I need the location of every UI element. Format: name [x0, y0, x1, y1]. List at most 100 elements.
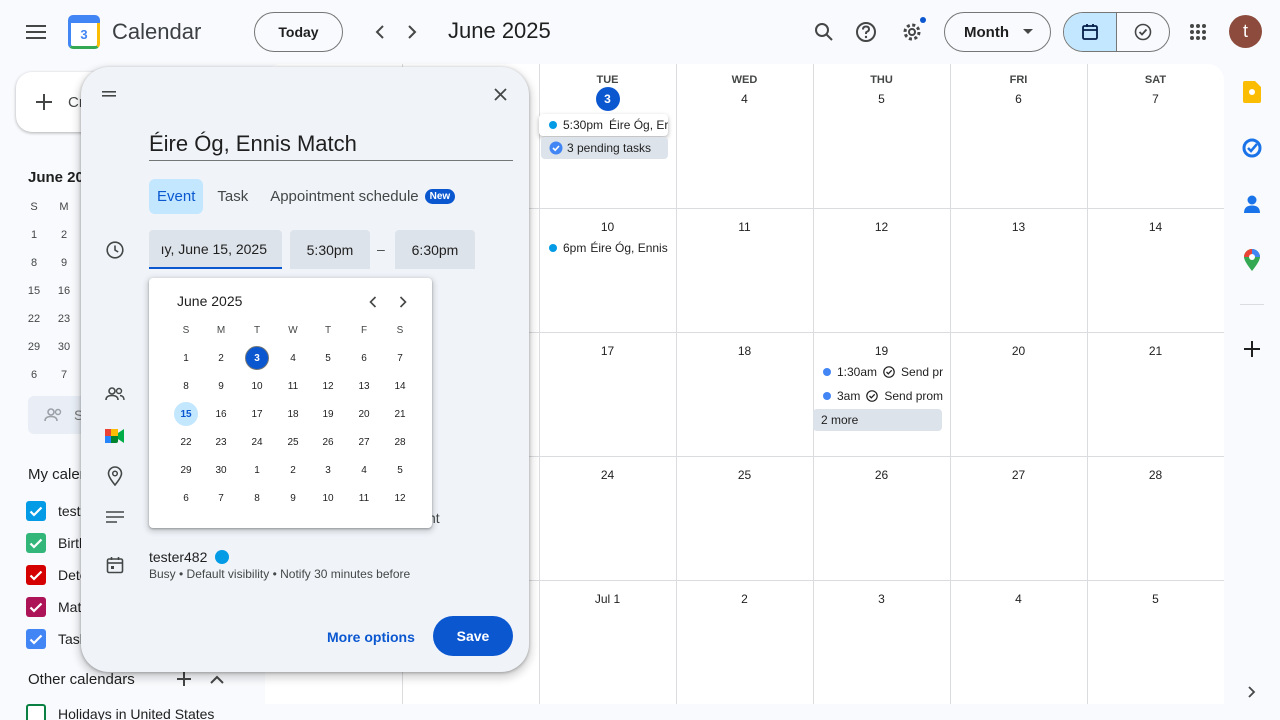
search-icon[interactable] — [804, 12, 844, 52]
date-picker-next-icon[interactable] — [391, 290, 415, 314]
mini-calendar-day[interactable]: 7 — [54, 369, 74, 381]
tasks-app-icon[interactable] — [1240, 136, 1264, 160]
calendar-checkbox[interactable] — [26, 565, 46, 585]
close-icon[interactable] — [484, 78, 516, 110]
pending-tasks-chip[interactable]: 3 pending tasks — [541, 137, 668, 159]
day-number[interactable]: 10 — [539, 220, 676, 234]
date-picker-day[interactable]: 14 — [388, 374, 412, 398]
day-number[interactable]: 2 — [676, 592, 813, 606]
date-picker-day[interactable]: 25 — [281, 430, 305, 454]
drag-handle-icon[interactable] — [102, 85, 118, 97]
date-picker-prev-icon[interactable] — [361, 290, 385, 314]
day-number[interactable]: 24 — [539, 468, 676, 482]
date-picker-day[interactable]: 19 — [316, 402, 340, 426]
date-picker-day[interactable]: 10 — [316, 486, 340, 510]
task-chip[interactable]: 1:30am Send pr — [813, 361, 948, 383]
help-icon[interactable] — [846, 12, 886, 52]
date-picker-day[interactable]: 23 — [209, 430, 233, 454]
mini-calendar-day[interactable]: 16 — [54, 285, 74, 297]
calendar-list-item[interactable]: Birth — [26, 533, 87, 553]
event-chip-selected[interactable]: 5:30pm Éire Óg, Er — [539, 114, 668, 136]
date-picker-today[interactable]: 3 — [245, 346, 269, 370]
today-button[interactable]: Today — [254, 12, 343, 52]
expand-side-panel-chevron-icon[interactable] — [1240, 680, 1264, 704]
day-number[interactable]: 5 — [813, 92, 950, 106]
mini-calendar-day[interactable]: 1 — [24, 229, 44, 241]
calendar-list-item[interactable]: Mat — [26, 597, 81, 617]
day-number[interactable]: 7 — [1087, 92, 1224, 106]
get-add-ons-plus-icon[interactable] — [1240, 337, 1264, 361]
calendar-view-icon[interactable] — [1064, 13, 1117, 51]
day-number[interactable]: 25 — [676, 468, 813, 482]
date-picker-day[interactable]: 13 — [352, 374, 376, 398]
day-number[interactable]: 11 — [676, 220, 813, 234]
date-picker-day[interactable]: 4 — [352, 458, 376, 482]
calendar-list-item[interactable]: Holidays in United States — [26, 704, 214, 720]
date-picker-day[interactable]: 24 — [245, 430, 269, 454]
date-picker-day[interactable]: 6 — [352, 346, 376, 370]
date-picker-day[interactable]: 3 — [316, 458, 340, 482]
date-picker-day[interactable]: 8 — [245, 486, 269, 510]
date-picker-selected-day[interactable]: 15 — [174, 402, 198, 426]
end-time-field[interactable]: 6:30pm — [395, 230, 475, 269]
day-number[interactable]: 26 — [813, 468, 950, 482]
today-date-number[interactable]: 3 — [595, 87, 620, 111]
date-picker-day[interactable]: 12 — [316, 374, 340, 398]
day-number[interactable]: 3 — [813, 592, 950, 606]
day-number[interactable]: 18 — [676, 344, 813, 358]
mini-calendar-day[interactable]: 8 — [24, 257, 44, 269]
keep-icon[interactable] — [1240, 80, 1264, 104]
other-calendars-heading[interactable]: Other calendars — [28, 671, 135, 688]
day-number[interactable]: 21 — [1087, 344, 1224, 358]
day-number[interactable]: 6 — [950, 92, 1087, 106]
tab-appointment-schedule[interactable]: Appointment schedule New — [262, 179, 463, 214]
date-picker-day[interactable]: 17 — [245, 402, 269, 426]
date-picker-day[interactable]: 30 — [209, 458, 233, 482]
date-picker-day[interactable]: 6 — [174, 486, 198, 510]
guests-icon[interactable] — [105, 384, 125, 404]
date-picker-day[interactable]: 27 — [352, 430, 376, 454]
mini-calendar-day[interactable]: 22 — [24, 313, 44, 325]
calendar-checkbox[interactable] — [26, 597, 46, 617]
view-select-dropdown[interactable]: Month — [944, 12, 1051, 52]
date-picker-day[interactable]: 1 — [174, 346, 198, 370]
tab-event[interactable]: Event — [149, 179, 204, 214]
calendar-checkbox[interactable] — [26, 704, 46, 720]
settings-gear-icon[interactable] — [892, 12, 932, 52]
main-menu-icon[interactable] — [16, 12, 56, 52]
event-chip[interactable]: 6pm Éire Óg, Ennis — [539, 237, 674, 259]
mini-calendar-day[interactable]: 23 — [54, 313, 74, 325]
day-cell-today[interactable]: 3 — [539, 87, 676, 111]
event-details-summary[interactable]: Busy • Default visibility • Notify 30 mi… — [149, 567, 410, 581]
date-picker-day[interactable]: 5 — [316, 346, 340, 370]
day-number[interactable]: 28 — [1087, 468, 1224, 482]
my-calendars-heading[interactable]: My caler — [28, 466, 85, 483]
mini-calendar-day[interactable]: 2 — [54, 229, 74, 241]
calendar-checkbox[interactable] — [26, 629, 46, 649]
save-button[interactable]: Save — [433, 616, 513, 656]
date-picker-day[interactable]: 2 — [281, 458, 305, 482]
date-picker-day[interactable]: 8 — [174, 374, 198, 398]
account-avatar[interactable]: t — [1229, 15, 1262, 48]
date-picker-day[interactable]: 20 — [352, 402, 376, 426]
calendar-list-item[interactable]: Dete — [26, 565, 88, 585]
date-picker-day[interactable]: 9 — [209, 374, 233, 398]
day-number[interactable]: 5 — [1087, 592, 1224, 606]
mini-calendar-day[interactable]: 6 — [24, 369, 44, 381]
date-picker-day[interactable]: 12 — [388, 486, 412, 510]
event-title-input[interactable] — [149, 127, 513, 161]
task-chip[interactable]: 3am Send prom — [813, 385, 948, 407]
date-picker-day[interactable]: 21 — [388, 402, 412, 426]
start-time-field[interactable]: 5:30pm — [290, 230, 370, 269]
tasks-view-icon[interactable] — [1117, 13, 1170, 51]
date-picker-day[interactable]: 10 — [245, 374, 269, 398]
day-number[interactable]: 12 — [813, 220, 950, 234]
mini-calendar-day[interactable]: 30 — [54, 341, 74, 353]
date-picker-day[interactable]: 9 — [281, 486, 305, 510]
location-pin-icon[interactable] — [105, 466, 125, 486]
date-picker-day[interactable]: 22 — [174, 430, 198, 454]
date-picker-day[interactable]: 29 — [174, 458, 198, 482]
date-picker-day[interactable]: 4 — [281, 346, 305, 370]
day-number[interactable]: 20 — [950, 344, 1087, 358]
date-picker-day[interactable]: 26 — [316, 430, 340, 454]
